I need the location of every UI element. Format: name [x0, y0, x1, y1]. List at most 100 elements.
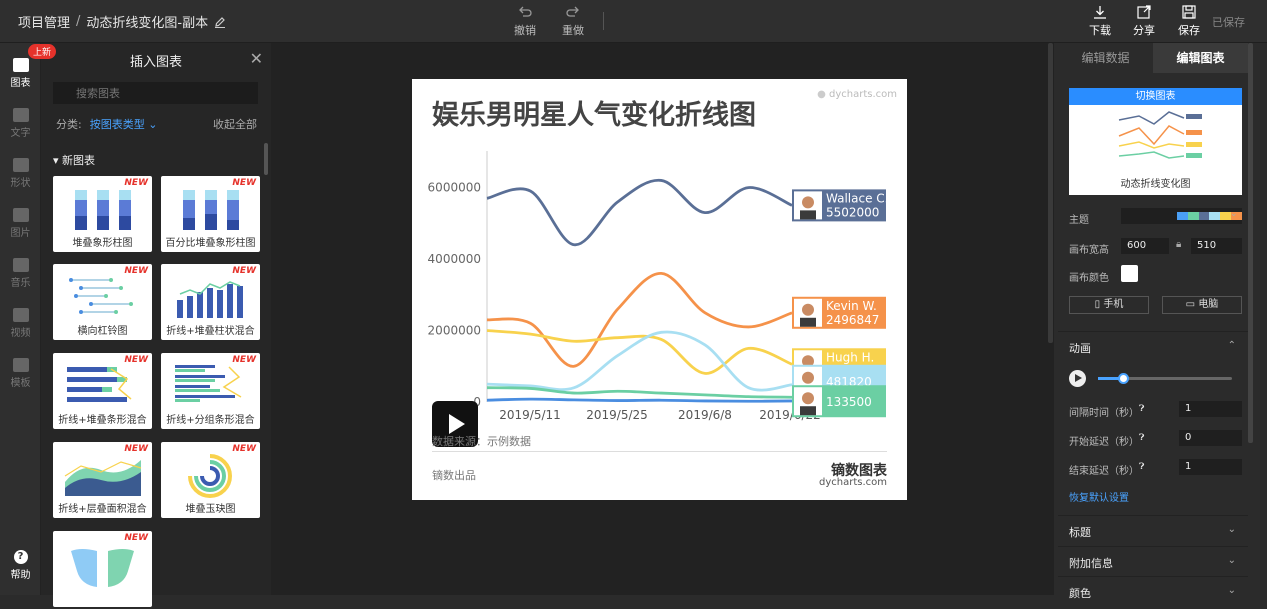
thumbnail: [188, 454, 232, 498]
series-line-2: [486, 271, 793, 368]
series-name-label: Kevin W.: [826, 299, 877, 313]
canvas-scrollbar[interactable]: [1048, 43, 1053, 343]
pc-view-button[interactable]: ▭ 电脑: [1162, 296, 1242, 314]
switch-chart-card[interactable]: 切换图表 动态折线变化图: [1069, 88, 1242, 195]
document-title[interactable]: 动态折线变化图-副本: [86, 12, 208, 31]
chart-title[interactable]: 娱乐男明星人气变化折线图: [432, 93, 756, 132]
tab-edit-chart[interactable]: 编辑图表: [1153, 43, 1248, 73]
x-tick-label: 2019/5/25: [586, 408, 648, 422]
animation-play-button[interactable]: [1069, 370, 1086, 387]
chart-card-horizontal-dumbbell[interactable]: NEW 横向杠铃图: [53, 264, 152, 340]
end-delay-input[interactable]: 1: [1179, 459, 1242, 475]
chart-card-line-stacked-column[interactable]: NEW 折线+堆叠柱状混合: [161, 264, 260, 340]
breadcrumb-project[interactable]: 项目管理: [18, 12, 70, 31]
section-colors[interactable]: 颜色 ⌄: [1058, 576, 1248, 609]
thumbnail: [177, 281, 243, 318]
card-label: 折线+堆叠条形混合: [58, 415, 147, 426]
section-new-charts[interactable]: ▾ 新图表: [53, 152, 95, 168]
section-extra-info[interactable]: 附加信息 ⌄: [1058, 546, 1248, 579]
phone-view-button[interactable]: ▯ 手机: [1069, 296, 1149, 314]
canvas-height-input[interactable]: 510: [1191, 238, 1242, 254]
new-badge: 上新: [28, 44, 57, 59]
share-label: 分享: [1133, 24, 1155, 37]
filter-select[interactable]: 按图表类型: [90, 118, 145, 131]
phone-icon: ▯: [1094, 299, 1101, 310]
chart-card-line-grouped-bar[interactable]: NEW 折线+分组条形混合: [161, 353, 260, 429]
rail-item-text[interactable]: 文字: [0, 108, 41, 139]
canvas-size-label: 画布宽高: [1069, 245, 1109, 256]
close-icon[interactable]: ✕: [250, 49, 263, 68]
interval-input[interactable]: 1: [1179, 401, 1242, 417]
canvas-width-input[interactable]: 600: [1121, 238, 1169, 254]
rail-label-shapes: 形状: [10, 178, 31, 189]
animation-progress-track[interactable]: [1098, 373, 1232, 384]
y-tick-label: 6000000: [428, 181, 481, 195]
undo-button[interactable]: 撤销: [505, 4, 545, 38]
chart-preview: [1118, 111, 1202, 159]
chart-card-stacked-ring[interactable]: NEW 堆叠玉玦图: [161, 442, 260, 518]
start-delay-label: 开始延迟（秒）: [1069, 437, 1139, 448]
undo-label: 撤销: [514, 24, 536, 37]
section-animation[interactable]: 动画 ⌃: [1058, 331, 1248, 364]
help-icon[interactable]: ❓︎: [1139, 462, 1144, 472]
section-title[interactable]: 标题 ⌄: [1058, 515, 1248, 548]
search-input[interactable]: [53, 82, 258, 104]
switch-chart-button[interactable]: 切换图表: [1069, 88, 1242, 105]
series-line-1: [486, 179, 793, 247]
panel-title: 插入图表: [129, 55, 182, 70]
chart-card-stacked-pictorial-bar[interactable]: NEW 堆叠象形柱图: [53, 176, 152, 252]
rail-label-charts: 图表: [10, 78, 31, 89]
chart-card-pictorial-shape[interactable]: NEW: [53, 531, 152, 607]
chevron-down-icon[interactable]: ⌄: [148, 118, 157, 131]
chart-card[interactable]: 娱乐男明星人气变化折线图 ● dycharts.com 0 2000000 4000…: [412, 79, 907, 500]
series-line-3: [486, 329, 793, 375]
download-icon: [1094, 6, 1106, 19]
chart-card-line-stacked-area[interactable]: NEW 折线+层叠面积混合: [53, 442, 152, 518]
thumbnail: [64, 460, 142, 496]
footer-brand-site: dycharts.com: [818, 477, 887, 488]
right-panel: 编辑数据 编辑图表 切换图表 动态折线变化图 主题 ⌄ 画布宽高 600 🔒︎ …: [1058, 43, 1248, 600]
canvas-color-swatch[interactable]: [1121, 265, 1138, 282]
theme-select[interactable]: [1121, 208, 1242, 224]
animation-progress-handle[interactable]: [1118, 373, 1129, 384]
panel-scrollbar[interactable]: [264, 143, 268, 175]
thumbnail: [75, 190, 131, 230]
theme-label: 主题: [1069, 215, 1089, 226]
rail-item-images[interactable]: 图片: [0, 208, 41, 239]
rail-item-video[interactable]: 视频: [0, 308, 41, 339]
card-label: 百分比堆叠象形柱图: [165, 238, 256, 249]
rail-item-templates[interactable]: 模板: [0, 358, 41, 389]
redo-button[interactable]: 重做: [553, 4, 593, 38]
thumbnail: [69, 278, 133, 314]
card-label: 横向杠铃图: [77, 326, 128, 337]
avatar-body: [800, 406, 816, 416]
lock-icon[interactable]: 🔒︎: [1176, 239, 1181, 250]
pencil-icon[interactable]: [214, 16, 226, 28]
chart-card-line-stacked-bar[interactable]: NEW 折线+堆叠条形混合: [53, 353, 152, 429]
thumbnail: [67, 367, 132, 402]
rail-item-shapes[interactable]: 形状: [0, 158, 41, 189]
tab-edit-data[interactable]: 编辑数据: [1058, 43, 1153, 73]
help-icon[interactable]: ❓︎: [1139, 433, 1144, 443]
rail-label-templates: 模板: [10, 378, 31, 389]
y-tick-label: 2000000: [428, 324, 481, 338]
download-button[interactable]: 下载: [1080, 4, 1120, 38]
help-button[interactable]: ? 帮助: [0, 550, 41, 581]
rail-item-charts[interactable]: 图表: [0, 58, 41, 89]
reset-defaults-link[interactable]: 恢复默认设置: [1069, 489, 1129, 504]
avatar-face: [802, 196, 814, 209]
help-icon[interactable]: ❓︎: [1139, 404, 1144, 414]
bar-chart-icon: [12, 58, 29, 72]
start-delay-input[interactable]: 0: [1179, 430, 1242, 446]
chart-card-percent-stacked-pictorial-bar[interactable]: NEW 百分比堆叠象形柱图: [161, 176, 260, 252]
save-button[interactable]: 保存: [1169, 4, 1209, 38]
section-extra-info-label: 附加信息: [1069, 557, 1113, 570]
collapse-all-button[interactable]: 收起全部: [213, 116, 257, 132]
save-icon: [1182, 5, 1196, 19]
share-button[interactable]: 分享: [1124, 4, 1164, 38]
section-label: 新图表: [62, 154, 96, 167]
chevron-down-icon[interactable]: ⌄: [1230, 209, 1238, 219]
right-panel-scrollbar[interactable]: [1248, 43, 1253, 443]
category-filter: 分类: 按图表类型 ⌄: [56, 116, 157, 132]
rail-item-music[interactable]: 音乐: [0, 258, 41, 289]
